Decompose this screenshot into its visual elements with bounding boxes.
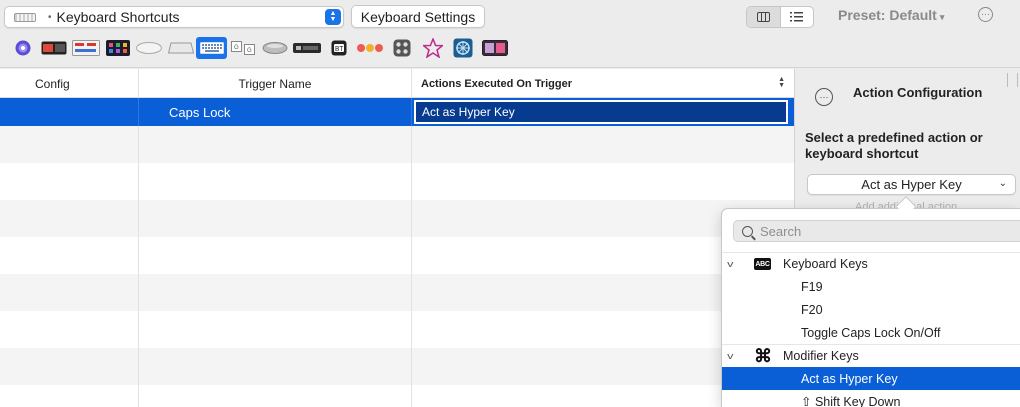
table-row (0, 348, 794, 385)
table-row-selected[interactable]: Caps Lock Act as Hyper Key (0, 98, 794, 126)
svg-text:BT: BT (335, 46, 343, 54)
predefined-action-select[interactable]: Act as Hyper Key ⌄ (807, 174, 1016, 195)
trigger-type-label: Keyboard Shortcuts (56, 9, 180, 25)
table-row (0, 200, 794, 237)
select-stepper-icon: ▲ ▼ (325, 9, 341, 25)
keyboard-icon (199, 42, 224, 54)
keyboard-icon (14, 12, 36, 22)
siri-remote-icon[interactable] (72, 37, 100, 59)
list-item-act-as-hyper-key[interactable]: Act as Hyper Key (722, 367, 1020, 390)
trigger-type-select[interactable]: • Keyboard Shortcuts ▲ ▼ (4, 6, 344, 28)
view-mode-segmented-control (746, 6, 814, 28)
key-sequence-icon[interactable]: GG (231, 37, 255, 59)
preset-selector[interactable]: Preset: Default ▾ (838, 7, 944, 23)
stream-deck-icon[interactable] (106, 37, 130, 59)
disclosure-chevron-icon[interactable]: v (727, 259, 733, 269)
column-header-config[interactable]: Config (0, 69, 139, 98)
bullet-glyph: • (48, 11, 52, 23)
columns-icon (756, 12, 770, 22)
sort-stepper-icon: ▲ ▼ (778, 76, 785, 89)
trigger-table: Config Trigger Name Actions Executed On … (0, 69, 794, 407)
column-header-trigger-name[interactable]: Trigger Name (139, 69, 412, 98)
normal-mouse-icon[interactable] (262, 37, 288, 59)
automation-icon[interactable] (392, 37, 412, 59)
column-header-actions[interactable]: Actions Executed On Trigger ▲ ▼ (412, 69, 794, 98)
chevron-down-icon: ▾ (939, 12, 945, 22)
svg-text:G: G (247, 48, 252, 54)
search-field[interactable] (733, 220, 1020, 242)
remote-icon[interactable] (293, 37, 321, 59)
magic-trackpad-icon[interactable] (168, 37, 194, 59)
magic-mouse-icon[interactable] (136, 37, 162, 59)
list-item-f19[interactable]: F19 (722, 275, 1020, 298)
list-item-f20[interactable]: F20 (722, 298, 1020, 321)
column-header-actions-label: Actions Executed On Trigger (421, 77, 572, 90)
keyboard-category-button[interactable] (196, 37, 227, 59)
list-view-button[interactable] (781, 7, 814, 27)
group-label: Keyboard Keys (783, 257, 868, 271)
group-modifier-keys[interactable]: v ⌘ Modifier Keys (722, 344, 1020, 367)
chevron-down-icon: ⌄ (998, 178, 1007, 189)
command-icon: ⌘ (754, 346, 772, 366)
macbook-touchbar-icon[interactable] (41, 37, 67, 59)
abc-icon: ABC (754, 258, 771, 270)
action-cell-editor[interactable]: Act as Hyper Key (414, 100, 788, 124)
group-keyboard-keys[interactable]: v ABC Keyboard Keys (722, 252, 1020, 275)
column-view-button[interactable] (747, 7, 781, 27)
group-label: Modifier Keys (783, 349, 859, 363)
touchbar-presets-icon[interactable] (482, 37, 508, 59)
list-icon (790, 12, 804, 22)
table-row (0, 385, 794, 407)
table-body: Caps Lock Act as Hyper Key (0, 98, 794, 407)
search-input[interactable] (760, 223, 960, 239)
more-options-icon[interactable]: ··· (978, 7, 993, 22)
config-cell[interactable] (0, 98, 139, 126)
table-row (0, 311, 794, 348)
action-list: v ABC Keyboard Keys F19 F20 Toggle Caps … (722, 252, 1020, 407)
table-row (0, 237, 794, 274)
action-picker-popover: v ABC Keyboard Keys F19 F20 Toggle Caps … (721, 208, 1020, 407)
other-triggers-icon[interactable] (422, 37, 444, 59)
preset-label: Preset: Default (838, 7, 937, 23)
panel-title: Action Configuration (853, 85, 983, 100)
disclosure-chevron-icon[interactable]: v (727, 351, 733, 361)
action-config-more-icon[interactable]: ··· (815, 88, 833, 106)
trigger-name-cell[interactable]: Caps Lock (139, 98, 412, 126)
table-row (0, 163, 794, 200)
list-item-shift-key-down[interactable]: ⇧ Shift Key Down (722, 390, 1020, 407)
table-row (0, 274, 794, 311)
table-row (0, 126, 794, 163)
toolbar: • Keyboard Shortcuts ▲ ▼ Keyboard Setting… (0, 0, 1020, 68)
svg-text:G: G (234, 45, 239, 51)
predefined-action-value: Act as Hyper Key (861, 177, 962, 192)
notch-bar-icon[interactable]: BT (330, 37, 348, 59)
panel-description: Select a predefined action or keyboard s… (805, 130, 983, 161)
panel-divider (1017, 73, 1018, 87)
bettertouchtool-icon[interactable] (452, 37, 474, 59)
traffic-lights-icon[interactable] (356, 37, 384, 59)
table-header: Config Trigger Name Actions Executed On … (0, 69, 794, 98)
action-cell[interactable]: Act as Hyper Key (412, 98, 794, 126)
panel-divider (1007, 73, 1008, 87)
keyboard-settings-button[interactable]: Keyboard Settings (351, 5, 485, 28)
list-item-toggle-caps-lock[interactable]: Toggle Caps Lock On/Off (722, 321, 1020, 344)
search-icon (742, 225, 753, 237)
touch-bar-icon[interactable] (12, 37, 34, 59)
